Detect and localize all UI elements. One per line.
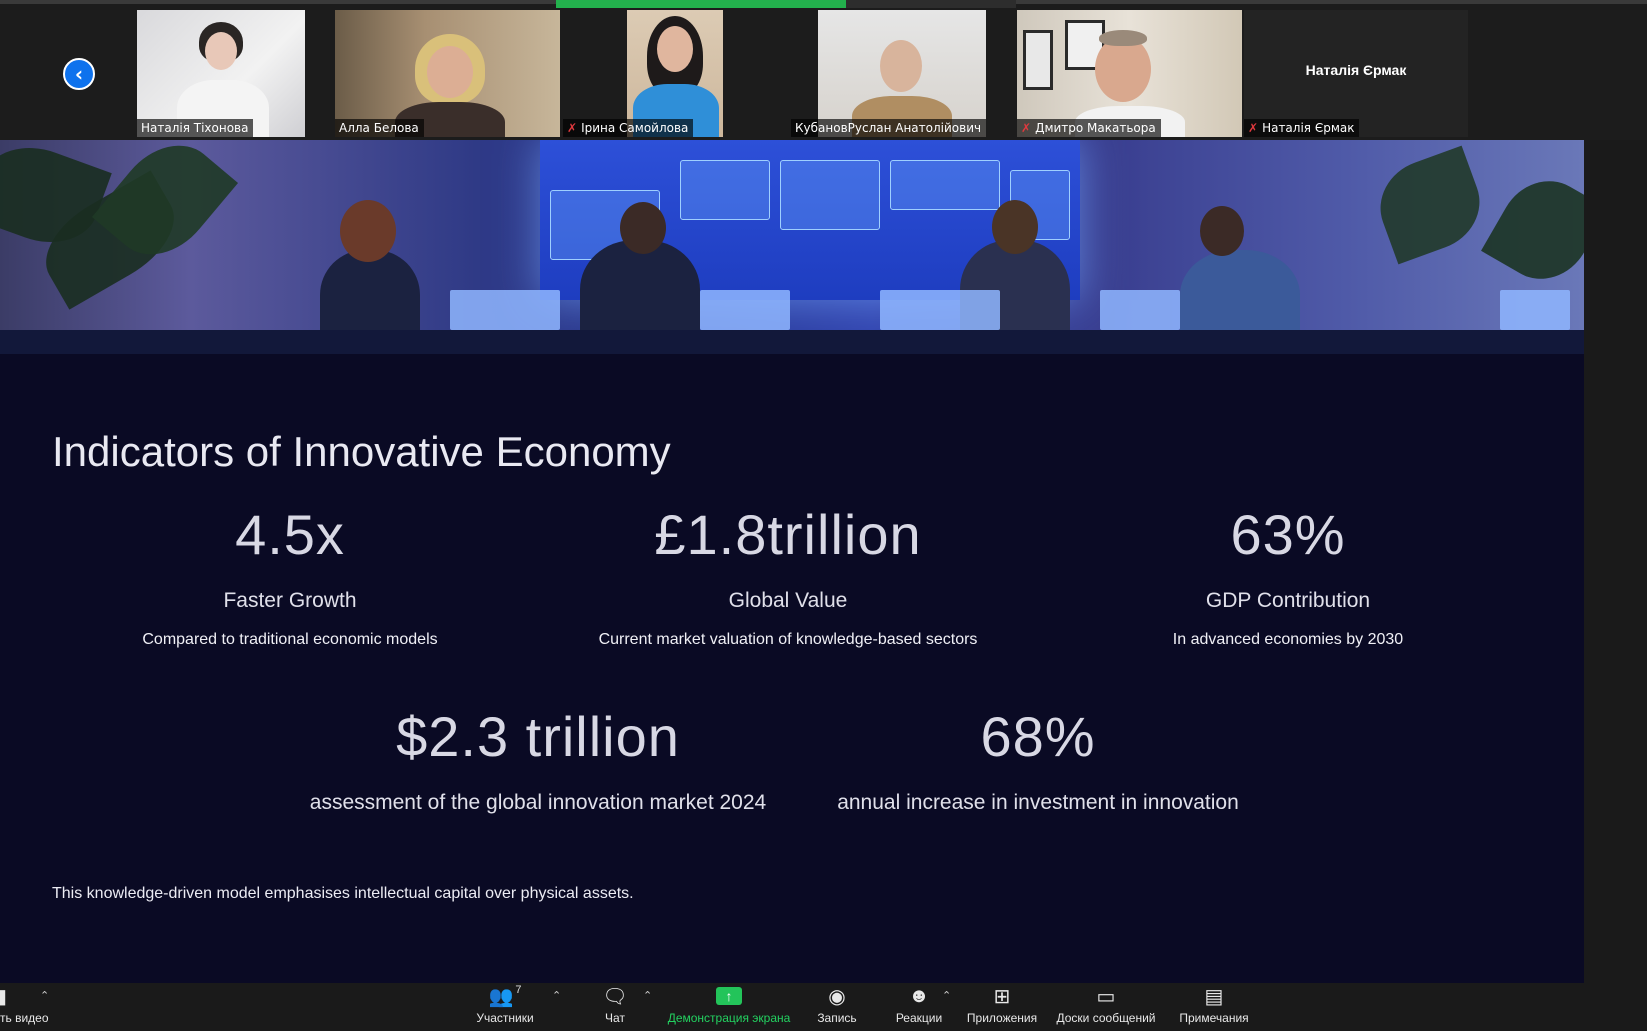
mic-muted-icon: ✗ (567, 121, 578, 135)
participants-button[interactable]: 👥 7 Участники (466, 983, 544, 1031)
participant-video (137, 10, 305, 137)
metric-value: 63% (1230, 503, 1346, 566)
apps-icon: ⊞ (993, 985, 1011, 1008)
notes-button[interactable]: ▤ Примечания (1176, 983, 1252, 1031)
participant-tile[interactable]: КубановРуслан Анатолійович (791, 10, 1016, 137)
participant-strip: ‹ Наталія Тіхонова Алла Белова ✗ Ірина С… (0, 0, 1647, 140)
chat-options-caret[interactable]: ⌃ (643, 989, 652, 1002)
participant-video (818, 10, 986, 137)
video-button[interactable]: ▮ ть видео (0, 983, 60, 1031)
right-gutter (1584, 140, 1647, 983)
metric-label: annual increase in investment in innovat… (837, 791, 1239, 814)
share-screen-button[interactable]: ↑ Демонстрация экрана (664, 983, 794, 1031)
record-button[interactable]: ◉ Запись (812, 983, 862, 1031)
slide-title: Indicators of Innovative Economy (52, 428, 671, 475)
participant-name-label: КубановРуслан Анатолійович (791, 119, 987, 137)
video-camera-icon: ▮ (0, 985, 8, 1008)
metric-label: assessment of the global innovation mark… (309, 791, 767, 814)
participant-name-label: ✗ Наталія Єрмак (1244, 119, 1360, 137)
chat-bubble-icon: 🗨 (602, 985, 628, 1008)
metric-label: GDP Contribution (1205, 589, 1371, 612)
participant-tile[interactable]: ✗ Дмитро Макатьора (1017, 10, 1242, 137)
chat-button[interactable]: 🗨 Чат (593, 983, 637, 1031)
metric-description: In advanced economies by 2030 (1172, 631, 1404, 648)
slide-footnote: This knowledge-driven model emphasises i… (52, 885, 634, 902)
participants-count: 7 (515, 984, 522, 996)
participant-name-label: ✗ Ірина Самойлова (563, 119, 694, 137)
metric-label: Faster Growth (223, 589, 357, 612)
video-options-caret[interactable]: ⌃ (40, 989, 49, 1002)
metric-value: 68% (980, 705, 1096, 768)
participant-video (335, 10, 560, 137)
participant-tile[interactable]: Алла Белова (335, 10, 560, 137)
mic-muted-icon: ✗ (1248, 121, 1259, 135)
metric-global-value: £1.8trillion Global Value Current market… (568, 502, 1008, 649)
metric-description: Compared to traditional economic models (142, 631, 438, 648)
slide-banner-image (0, 140, 1584, 354)
participants-options-caret[interactable]: ⌃ (552, 989, 561, 1002)
participant-tile[interactable]: Наталія Єрмак ✗ Наталія Єрмак (1244, 10, 1468, 137)
meeting-toolbar: ▮ ть видео ⌃ 👥 7 Участники ⌃ 🗨 Чат ⌃ ↑ Д… (0, 983, 1647, 1031)
strip-previous-page-button[interactable]: ‹ (63, 58, 95, 90)
participant-tile[interactable]: ✗ Ірина Самойлова (563, 10, 788, 137)
whiteboard-icon: ▭ (1096, 985, 1116, 1008)
notes-icon: ▤ (1204, 985, 1224, 1008)
participant-name-label: Алла Белова (335, 119, 424, 137)
metric-investment-increase: 68% annual increase in investment in inn… (798, 704, 1278, 815)
participant-display-name: Наталія Єрмак (1305, 62, 1407, 78)
mic-muted-icon: ✗ (1021, 121, 1032, 135)
participant-name-label: ✗ Дмитро Макатьора (1017, 119, 1161, 137)
share-screen-icon: ↑ (716, 987, 742, 1005)
reactions-options-caret[interactable]: ⌃ (942, 989, 951, 1002)
metric-value: £1.8trillion (654, 503, 922, 566)
metric-label: Global Value (728, 589, 848, 612)
whiteboards-button[interactable]: ▭ Доски сообщений (1054, 983, 1158, 1031)
screen-share-indicator-bar[interactable] (556, 0, 1016, 8)
metric-value: $2.3 trillion (396, 705, 680, 768)
participant-video (627, 10, 723, 137)
chevron-left-icon: ‹ (74, 62, 84, 86)
participant-tile[interactable]: Наталія Тіхонова (137, 10, 305, 137)
smiley-plus-icon: ☻ (908, 984, 930, 1007)
apps-button[interactable]: ⊞ Приложения (963, 983, 1041, 1031)
participant-name-label: Наталія Тіхонова (137, 119, 254, 137)
metric-value: 4.5x (235, 503, 345, 566)
reactions-button[interactable]: ☻ Реакции (892, 983, 946, 1031)
metric-gdp-contribution: 63% GDP Contribution In advanced economi… (1088, 502, 1488, 649)
participants-icon: 👥 (488, 985, 514, 1008)
shared-screen-slide: Indicators of Innovative Economy 4.5x Fa… (0, 140, 1584, 983)
metric-description: Current market valuation of knowledge-ba… (598, 631, 978, 648)
metric-innovation-market: $2.3 trillion assessment of the global i… (278, 704, 798, 815)
metric-faster-growth: 4.5x Faster Growth Compared to tradition… (90, 502, 490, 649)
record-icon: ◉ (828, 985, 846, 1008)
participant-video (1017, 10, 1242, 137)
